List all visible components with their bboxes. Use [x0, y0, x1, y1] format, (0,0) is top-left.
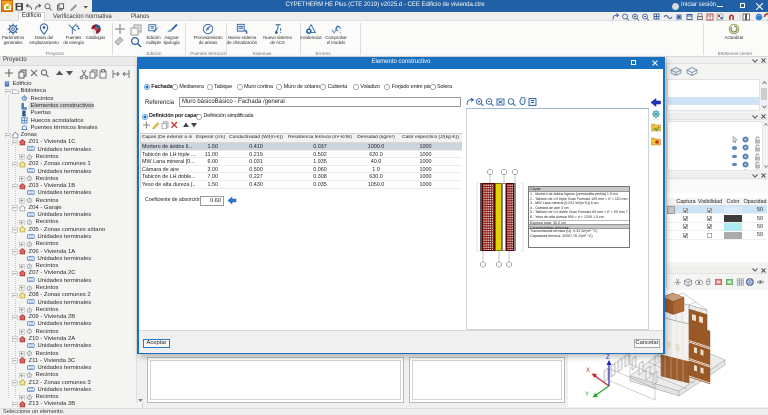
svg-text:Y: Y	[585, 392, 589, 398]
svg-text:X: X	[586, 368, 590, 374]
